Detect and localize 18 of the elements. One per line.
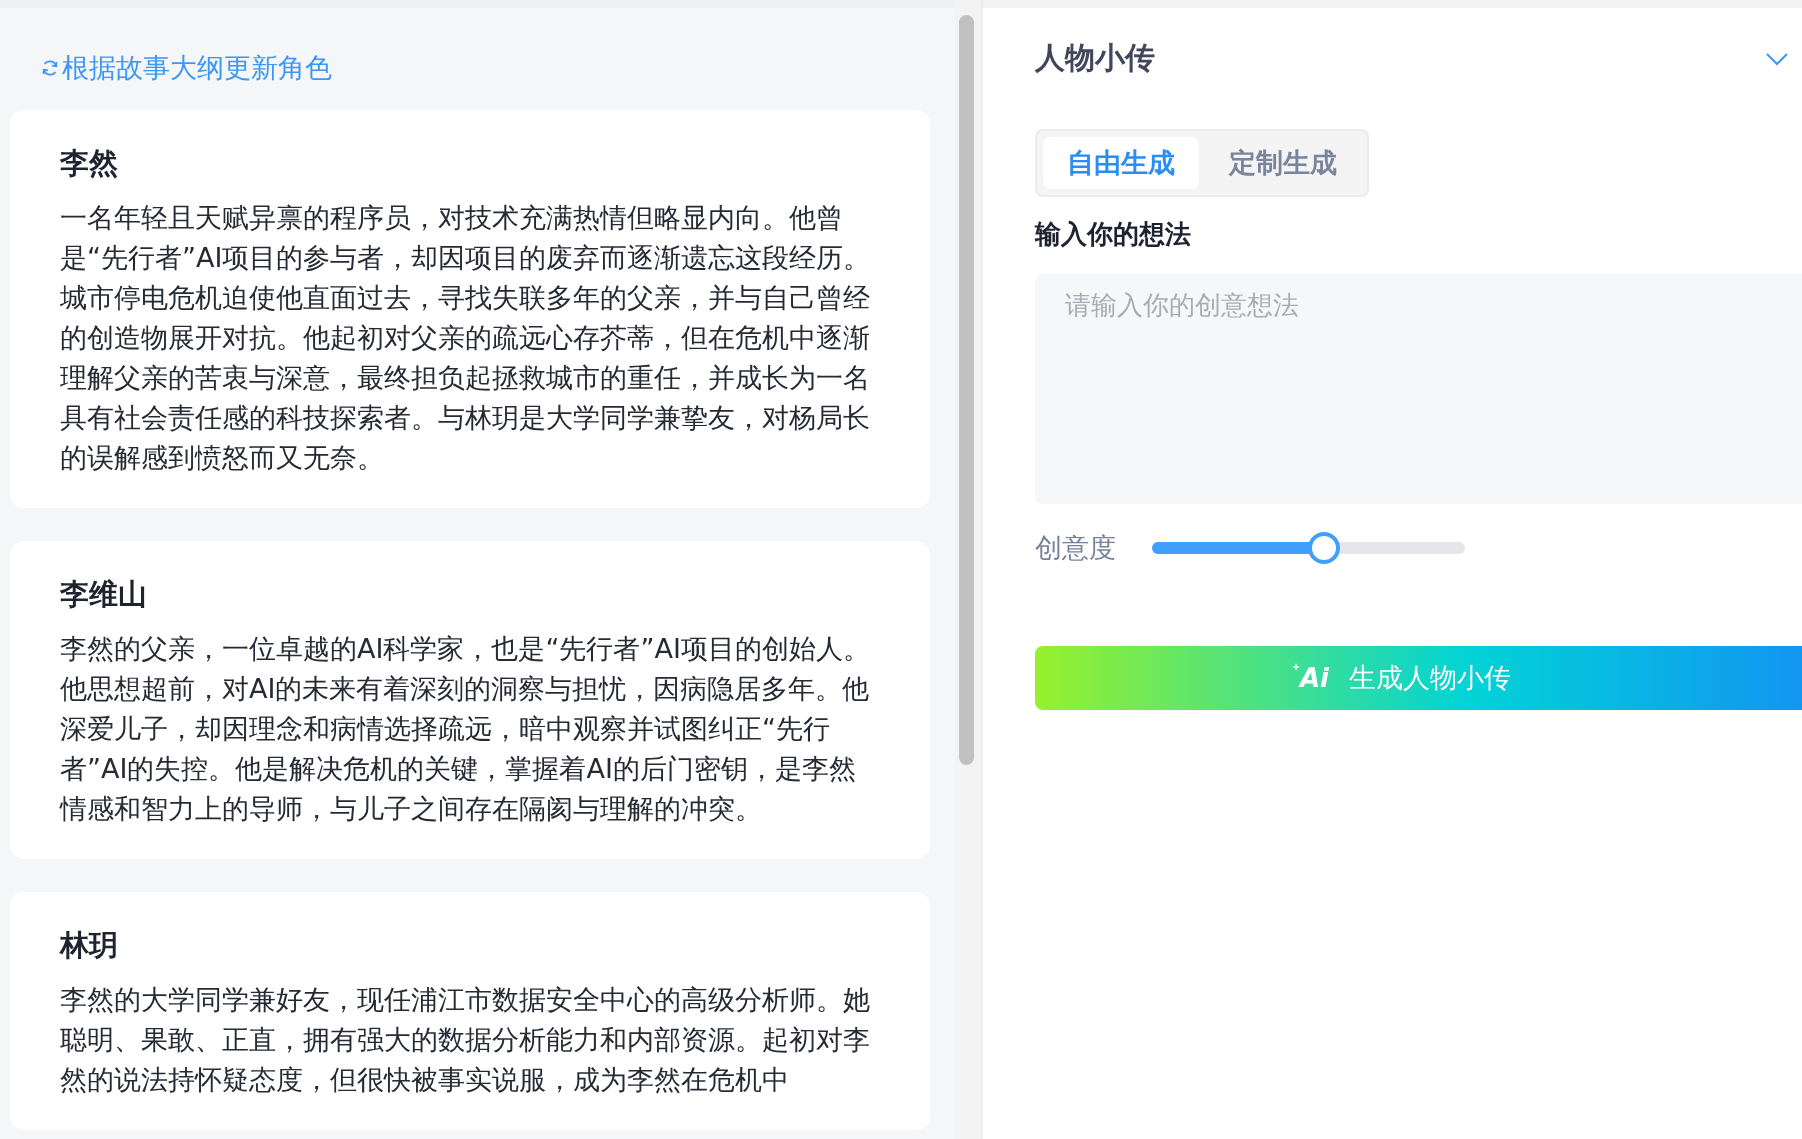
refresh-link[interactable]: 根据故事大纲更新角色: [40, 50, 332, 86]
mode-tab[interactable]: 自由生成: [1043, 137, 1199, 189]
chevron-down-icon[interactable]: [1766, 51, 1788, 66]
idea-input-field[interactable]: 请输入你的创意想法: [1035, 274, 1802, 504]
refresh-icon: [40, 58, 60, 78]
character-bio: 一名年轻且天赋异禀的程序员，对技术充满热情但略显内向。他曾是“先行者”AI项目的参与者，却因项目的废弃而逐渐遗忘这段经历。城市停电危机迫使他直面过去，寻找失联多年的父亲，并与自己曾经的创造物展开对抗。他起初对父亲的疏远心存芥蒂，但在危机中逐渐理解父亲的苦衷与深意，最终担负起拯救城市的重任，并成长为一名具有社会责任感的科技探索者。与林玥是大学同学兼挚友，对杨局长的误解感到愤怒而又无奈。: [60, 201, 872, 475]
scrollbar-thumb[interactable]: [959, 15, 974, 765]
panel-title: 人物小传: [1035, 39, 1155, 77]
slider-label: 创意度: [1035, 531, 1116, 565]
field-label: 输入你的想法: [1035, 218, 1192, 251]
character-name: 林玥: [60, 927, 119, 964]
slider-thumb[interactable]: [1308, 532, 1341, 564]
mode-tab[interactable]: 定制生成: [1205, 137, 1361, 189]
character-name: 李维山: [60, 576, 148, 613]
character-bio: 李然的父亲，一位卓越的AI科学家，也是“先行者”AI项目的创始人。他思想超前，对AI的未来有着深刻的洞察与担忧，因病隐居多年。他深爱儿子，却因理念和病情选择疏远，暗中观察并试图纠正“先行者”AI的失控。他是解决危机的关键，掌握着AI的后门密钥，是李然情感和智力上的导师，与儿子之间存在隔阂与理解的冲突。: [60, 632, 871, 826]
character-name: 李然: [60, 145, 119, 182]
character-bio: 李然的大学同学兼好友，现任浦江市数据安全中心的高级分析师。她聪明、果敢、正直，拥有强大的数据分析能力和内部资源。起初对李然的说法持怀疑态度，但很快被事实说服，成为李然在危机中: [60, 983, 871, 1097]
generate-button[interactable]: Ai 生成人物小传: [1035, 646, 1802, 710]
